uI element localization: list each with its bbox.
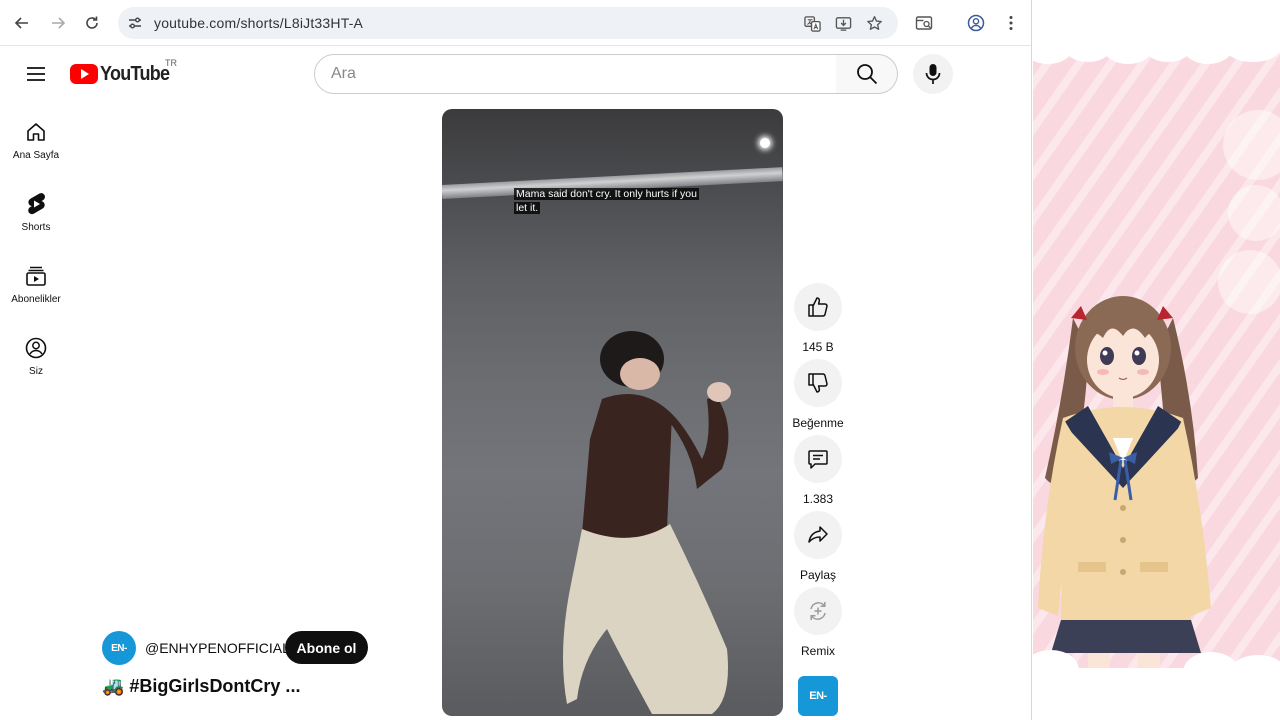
reload-button[interactable] <box>80 11 104 35</box>
sidebar-item-subscriptions[interactable]: Abonelikler <box>4 252 68 318</box>
sidebar-item-home[interactable]: Ana Sayfa <box>4 108 68 174</box>
browser-toolbar: youtube.com/shorts/L8iJt33HT-A <box>0 0 1031 46</box>
voice-search-button[interactable] <box>913 54 953 94</box>
like-button[interactable] <box>794 283 842 331</box>
remix-icon <box>810 602 826 620</box>
sidebar-label-subscriptions: Abonelikler <box>11 294 61 305</box>
remix-button[interactable] <box>794 587 842 635</box>
subscriptions-icon <box>24 264 48 288</box>
reload-icon <box>86 16 98 29</box>
subscribe-button[interactable]: Abone ol <box>285 631 368 664</box>
video-title[interactable]: 🚜 #BigGirlsDontCry ... <box>102 676 300 697</box>
dislike-action: Beğenme <box>792 359 844 430</box>
dislike-button[interactable] <box>794 359 842 407</box>
share-label: Paylaş <box>799 568 837 582</box>
translate-icon[interactable] <box>802 13 822 33</box>
share-button[interactable] <box>794 511 842 559</box>
channel-avatar[interactable]: EN- <box>102 631 136 665</box>
install-app-icon[interactable] <box>833 13 853 33</box>
youtube-play-icon <box>70 64 98 84</box>
back-button[interactable] <box>10 11 34 35</box>
sound-channel-thumbnail[interactable]: EN- <box>798 676 838 716</box>
microphone-icon <box>925 64 941 84</box>
comment-count: 1.383 <box>802 492 834 506</box>
address-bar[interactable]: youtube.com/shorts/L8iJt33HT-A <box>118 7 898 39</box>
channel-name[interactable]: @ENHYPENOFFICIAL <box>145 640 290 656</box>
comments-button[interactable] <box>794 435 842 483</box>
search-icon <box>856 64 877 85</box>
search-input[interactable] <box>331 55 821 93</box>
url-text: youtube.com/shorts/L8iJt33HT-A <box>154 15 364 31</box>
youtube-logo[interactable]: YouTube <box>70 61 177 87</box>
bubble-shape <box>1228 185 1280 241</box>
sidebar-label-shorts: Shorts <box>21 222 51 233</box>
video-light <box>760 138 770 148</box>
shorts-icon <box>24 192 48 216</box>
sidebar-item-shorts[interactable]: Shorts <box>4 180 68 246</box>
logo-text: YouTube <box>100 62 170 85</box>
shorts-video-player[interactable]: Mama said don't cry. It only hurts if yo… <box>442 109 783 716</box>
browser-window: youtube.com/shorts/L8iJt33HT-A YouTube T… <box>0 0 1032 720</box>
video-caption: Mama said don't cry. It only hurts if yo… <box>514 187 704 215</box>
comments-action: 1.383 <box>793 435 843 506</box>
comment-icon <box>808 450 828 469</box>
dancer-figure <box>563 331 731 714</box>
sidebar-item-you[interactable]: Siz <box>4 324 68 390</box>
profile-icon[interactable] <box>964 11 988 35</box>
dislike-label: Beğenme <box>792 416 844 430</box>
share-icon <box>808 526 828 543</box>
browser-menu-icon[interactable] <box>999 11 1023 35</box>
thumbs-up-icon <box>808 297 828 317</box>
sidebar-label-home: Ana Sayfa <box>12 150 60 161</box>
like-action: 145 B <box>793 283 843 354</box>
remix-action: Remix <box>793 587 843 658</box>
forward-button[interactable] <box>46 11 70 35</box>
forward-arrow-icon <box>52 17 66 29</box>
youtube-header: YouTube TR <box>0 47 1031 103</box>
tab-search-icon[interactable] <box>912 11 936 35</box>
site-info-icon[interactable] <box>126 14 144 32</box>
caption-text: Mama said don't cry. It only hurts if yo… <box>514 188 699 214</box>
back-arrow-icon <box>14 17 28 29</box>
home-icon <box>24 120 48 144</box>
cloud-shape <box>1228 655 1280 695</box>
search-button[interactable] <box>836 54 898 94</box>
bookmark-star-icon[interactable] <box>864 13 884 33</box>
country-code: TR <box>165 58 177 68</box>
search-box <box>314 54 837 94</box>
share-action: Paylaş <box>793 511 843 582</box>
like-count: 145 B <box>802 340 834 354</box>
screen: youtube.com/shorts/L8iJt33HT-A YouTube T… <box>0 0 1280 720</box>
hamburger-menu-icon[interactable] <box>22 60 50 88</box>
you-icon <box>24 336 48 360</box>
remix-label: Remix <box>800 644 835 658</box>
sidebar-label-you: Siz <box>29 366 43 377</box>
decorative-background-panel <box>1033 0 1280 720</box>
bubble-shape <box>1223 110 1280 180</box>
thumbs-down-icon <box>808 373 828 393</box>
cloud-shape <box>1223 28 1280 62</box>
